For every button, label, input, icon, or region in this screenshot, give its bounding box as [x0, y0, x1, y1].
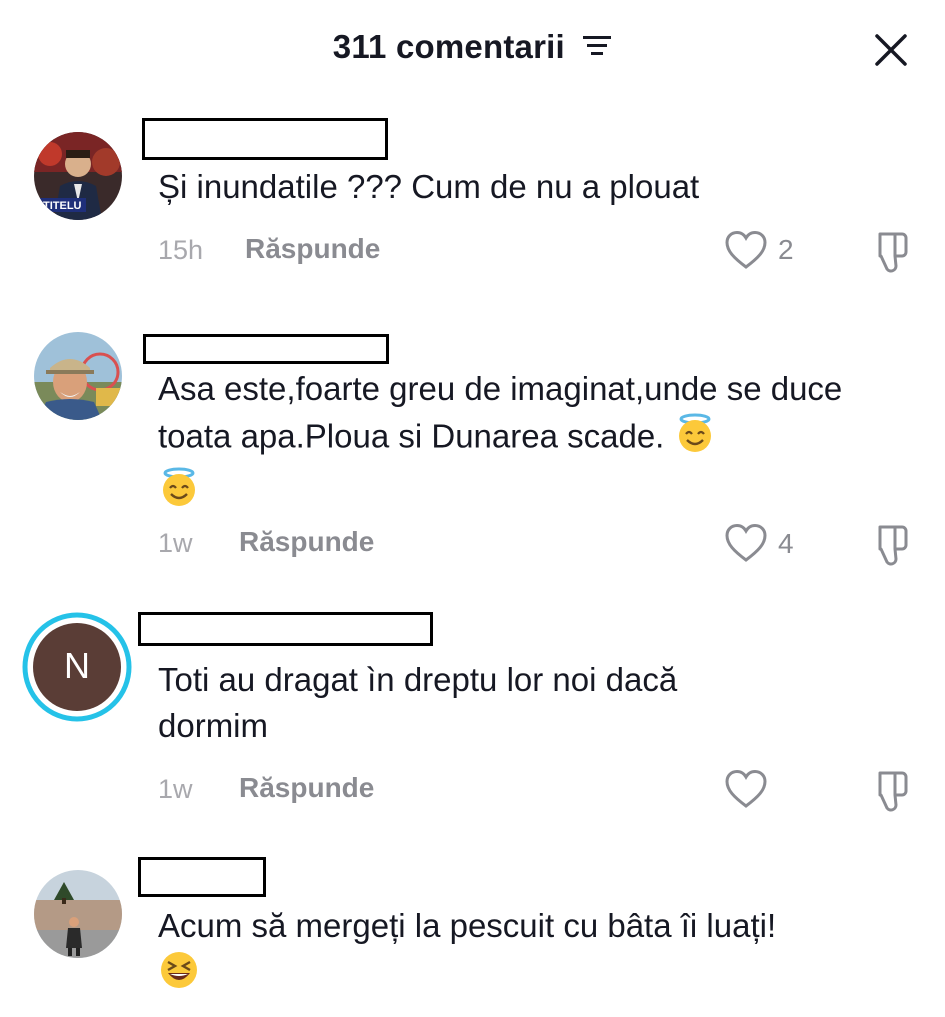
- close-icon[interactable]: [873, 32, 909, 68]
- avatar-logo-text: TITELU: [43, 200, 82, 212]
- sort-lines-icon[interactable]: [582, 28, 612, 66]
- dislike-icon[interactable]: [866, 523, 912, 569]
- reply-button[interactable]: Răspunde: [245, 233, 380, 265]
- avatar[interactable]: N: [21, 611, 133, 723]
- redacted-username: [138, 857, 266, 897]
- redacted-username: [142, 118, 388, 160]
- smiling-halo-emoji-icon: [158, 466, 200, 520]
- like-count: 4: [778, 528, 794, 559]
- comment-text-body: Acum să mergeți la pescuit cu bâta îi lu…: [158, 907, 777, 944]
- comment-time: 1w: [158, 528, 193, 558]
- avatar[interactable]: [34, 332, 122, 420]
- comment-text: Toti au dragat ìn dreptu lor noi dacă do…: [158, 657, 898, 749]
- comment-text-body: Asa este,foarte greu de imaginat,unde se…: [158, 370, 843, 455]
- comment-time: 15h: [158, 235, 204, 265]
- smiling-halo-emoji-icon: [674, 412, 716, 466]
- comment-text-line: Toti au dragat ìn dreptu lor noi dacă: [158, 661, 678, 698]
- dislike-icon[interactable]: [866, 769, 912, 815]
- comment-text: Asa este,foarte greu de imaginat,unde se…: [158, 366, 898, 520]
- reply-button[interactable]: Răspunde: [239, 772, 374, 804]
- avatar-letter: N: [64, 645, 90, 686]
- like-count: 2: [778, 234, 794, 265]
- comment-text: Și inundatile ??? Cum de nu a plouat: [158, 168, 700, 205]
- redacted-username: [138, 612, 433, 646]
- heart-icon[interactable]: [724, 523, 768, 563]
- comments-header: 311 comentarii: [0, 0, 945, 100]
- comment-text: Acum să mergeți la pescuit cu bâta îi lu…: [158, 903, 898, 1003]
- comments-title-row: 311 comentarii: [0, 28, 945, 66]
- comment-text-line: dormim: [158, 707, 269, 744]
- heart-icon[interactable]: [724, 230, 768, 270]
- dislike-icon[interactable]: [866, 230, 912, 276]
- reply-button[interactable]: Răspunde: [239, 526, 374, 558]
- comment-time: 1w: [158, 774, 193, 804]
- avatar[interactable]: [34, 870, 122, 958]
- heart-icon[interactable]: [724, 769, 768, 809]
- comments-count-title: 311 comentarii: [332, 28, 565, 65]
- laughing-squint-emoji-icon: [158, 949, 200, 1003]
- avatar[interactable]: TITELU: [34, 132, 122, 220]
- redacted-username: [143, 334, 389, 364]
